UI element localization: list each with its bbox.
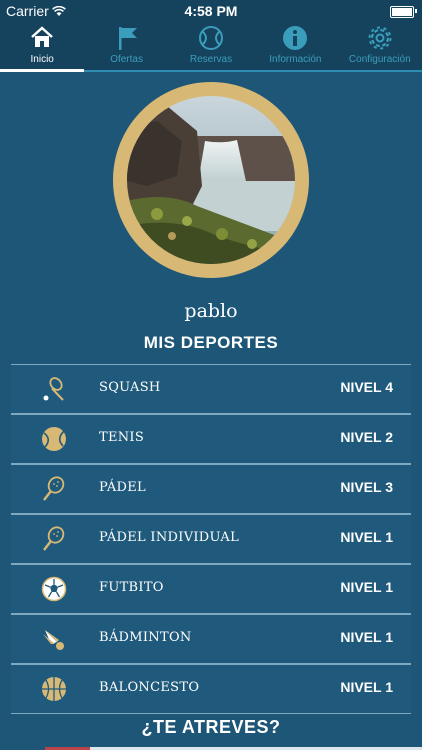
soccer-ball-icon	[41, 576, 67, 602]
list-item[interactable]: BÁDMINTON NIVEL 1	[11, 614, 411, 664]
clock: 4:58 PM	[184, 3, 238, 19]
tab-label: Configuración	[348, 54, 411, 65]
shuttlecock-icon	[43, 630, 64, 650]
sport-name: BALONCESTO	[99, 680, 200, 695]
username: pablo	[184, 300, 238, 322]
tab-configuracion[interactable]: Configuración	[338, 22, 422, 70]
list-item[interactable]: TENIS NIVEL 2	[11, 414, 411, 464]
challenge-heading: ¿TE ATREVES?	[141, 717, 281, 737]
sport-level: NIVEL 1	[340, 529, 393, 545]
info-icon	[253, 24, 337, 52]
sport-name: BÁDMINTON	[99, 630, 192, 645]
gear-icon	[338, 24, 422, 52]
sport-name: TENIS	[99, 430, 145, 445]
tab-label: Información	[269, 54, 322, 65]
tab-label: Ofertas	[110, 54, 143, 65]
sport-name: PÁDEL INDIVIDUAL	[99, 530, 240, 545]
tennis-ball-icon	[169, 24, 253, 52]
list-item[interactable]: SQUASH NIVEL 4	[11, 364, 411, 414]
status-bar: Carrier 4:58 PM	[0, 0, 422, 22]
sport-name: FUTBITO	[99, 580, 164, 595]
avatar-frame	[113, 82, 309, 278]
tab-inicio[interactable]: Inicio	[0, 22, 85, 72]
sport-name: PÁDEL	[99, 480, 146, 495]
tab-bar: Inicio Ofertas Reservas Información Conf…	[0, 22, 422, 72]
list-item[interactable]: PÁDEL INDIVIDUAL NIVEL 1	[11, 514, 411, 564]
sport-level: NIVEL 1	[340, 629, 393, 645]
list-item[interactable]: PÁDEL NIVEL 3	[11, 464, 411, 514]
tab-label: Inicio	[30, 54, 54, 65]
squash-racket-icon	[43, 377, 64, 401]
padel-racket-icon	[43, 476, 65, 501]
tab-label: Reservas	[189, 54, 233, 65]
padel-racket-icon	[43, 526, 65, 551]
tab-ofertas[interactable]: Ofertas	[84, 22, 168, 70]
home-icon	[0, 24, 84, 52]
tab-informacion[interactable]: Información	[253, 22, 337, 70]
tab-reservas[interactable]: Reservas	[169, 22, 253, 70]
sport-level: NIVEL 4	[340, 379, 393, 395]
tennis-ball-icon	[42, 427, 66, 451]
sports-list: SQUASH NIVEL 4 TENIS NIVEL 2 PÁDEL NIVEL…	[11, 364, 411, 714]
my-sports-heading: MIS DEPORTES	[143, 333, 279, 352]
battery-icon	[390, 6, 414, 18]
sport-level: NIVEL 2	[340, 429, 393, 445]
sport-name: SQUASH	[99, 380, 161, 395]
list-item[interactable]: BALONCESTO NIVEL 1	[11, 664, 411, 714]
basketball-icon	[42, 677, 66, 701]
flag-icon	[84, 24, 168, 52]
sport-level: NIVEL 1	[340, 679, 393, 695]
sport-level: NIVEL 1	[340, 579, 393, 595]
list-item[interactable]: FUTBITO NIVEL 1	[11, 564, 411, 614]
avatar[interactable]	[127, 96, 295, 264]
waterfall-photo	[127, 96, 295, 264]
sport-level: NIVEL 3	[340, 479, 393, 495]
